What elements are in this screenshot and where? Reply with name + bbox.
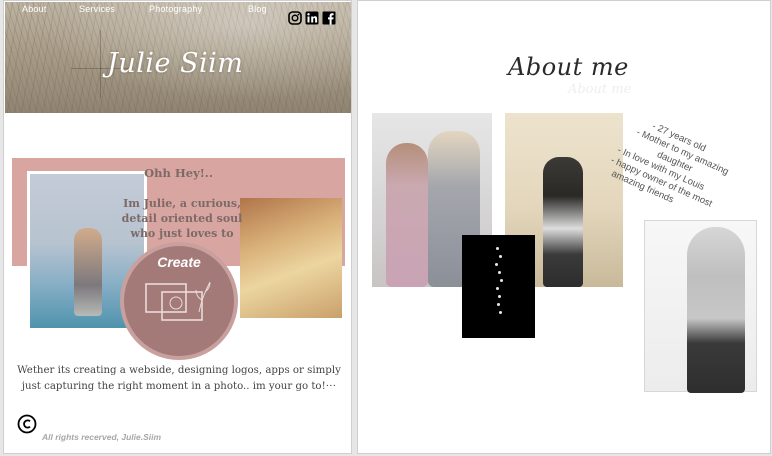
nav-blog[interactable]: Blog: [248, 4, 267, 14]
about-page-panel: About me About me - 27 years old - Mothe…: [357, 0, 771, 454]
create-badge[interactable]: Create: [120, 242, 238, 360]
design-frames-icon: [145, 281, 211, 321]
crosshair-decoration: [100, 30, 101, 98]
facebook-icon[interactable]: [322, 11, 336, 25]
nav-about[interactable]: About: [22, 4, 47, 14]
about-title-shadow: About me: [568, 82, 632, 97]
copyright-text: All rights recerved, Julie.Siim: [42, 432, 162, 442]
home-page-panel: About Services Photography Blog Julie Si…: [3, 0, 352, 454]
services-text: Wether its creating a webside, designing…: [17, 365, 341, 392]
portrait-photo: [644, 220, 757, 393]
linkedin-icon[interactable]: [305, 11, 319, 25]
site-brand-logo[interactable]: Julie Siim: [107, 48, 243, 79]
instagram-icon[interactable]: [288, 11, 302, 25]
about-title: About me: [508, 53, 629, 81]
sunhat-photo: [240, 198, 342, 318]
nav-services[interactable]: Services: [79, 4, 115, 14]
create-label: Create: [157, 254, 201, 270]
copyright-icon: [17, 414, 37, 434]
sparkle-photo: [462, 235, 535, 338]
intro-title: Ohh Hey!..: [144, 166, 213, 180]
intro-text: Im Julie, a curious, detail oriented sou…: [121, 197, 243, 240]
hero-banner: About Services Photography Blog Julie Si…: [5, 2, 351, 113]
nav-photography[interactable]: Photography: [149, 4, 202, 14]
about-facts: - 27 years old - Mother to my amazing da…: [604, 111, 747, 228]
